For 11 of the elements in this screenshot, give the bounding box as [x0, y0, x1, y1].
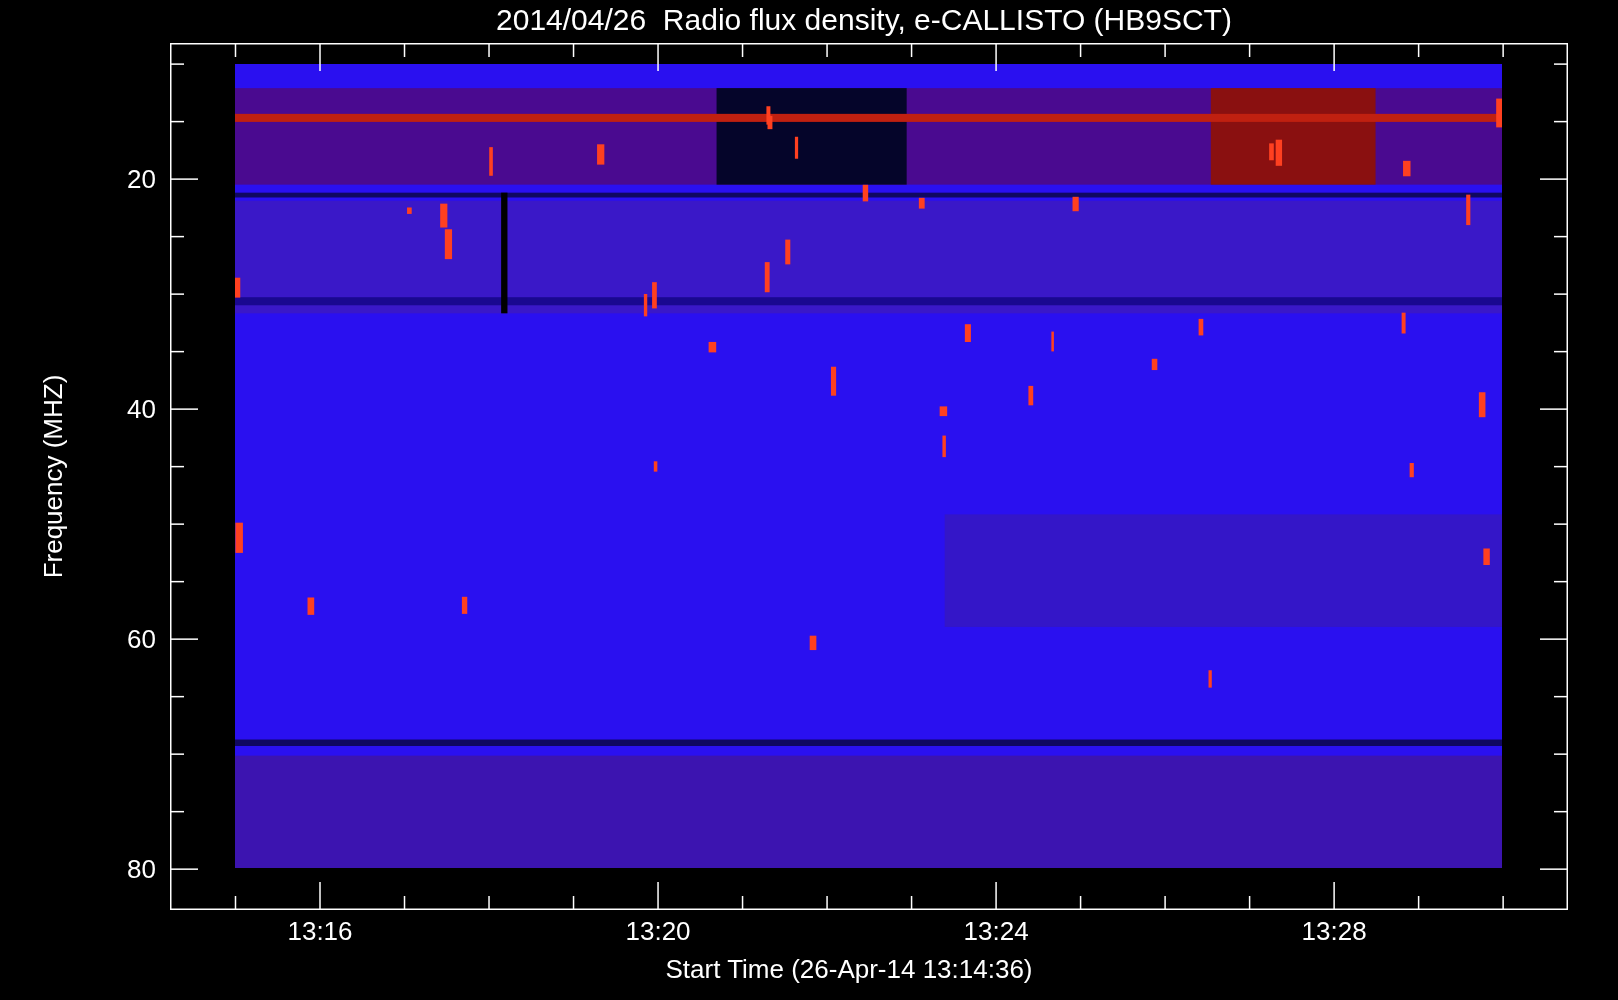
x-tick-label: 13:16 — [287, 916, 353, 947]
x-axis-label: Start Time (26-Apr-14 13:14:36) — [664, 954, 1034, 986]
y-axis-label: Frequency (MHZ) — [38, 374, 70, 579]
chart-title: 2014/04/26 Radio flux density, e-CALLISTO (HB9SCT) — [495, 2, 1233, 38]
y-tick-label: 40 — [127, 393, 156, 425]
y-tick-label: 20 — [127, 163, 156, 195]
y-tick-label: 80 — [127, 853, 156, 885]
y-tick-label: 60 — [127, 623, 156, 655]
x-tick-label: 13:28 — [1301, 916, 1367, 947]
x-tick-label: 13:20 — [625, 916, 691, 947]
x-tick-label: 13:24 — [963, 916, 1029, 947]
